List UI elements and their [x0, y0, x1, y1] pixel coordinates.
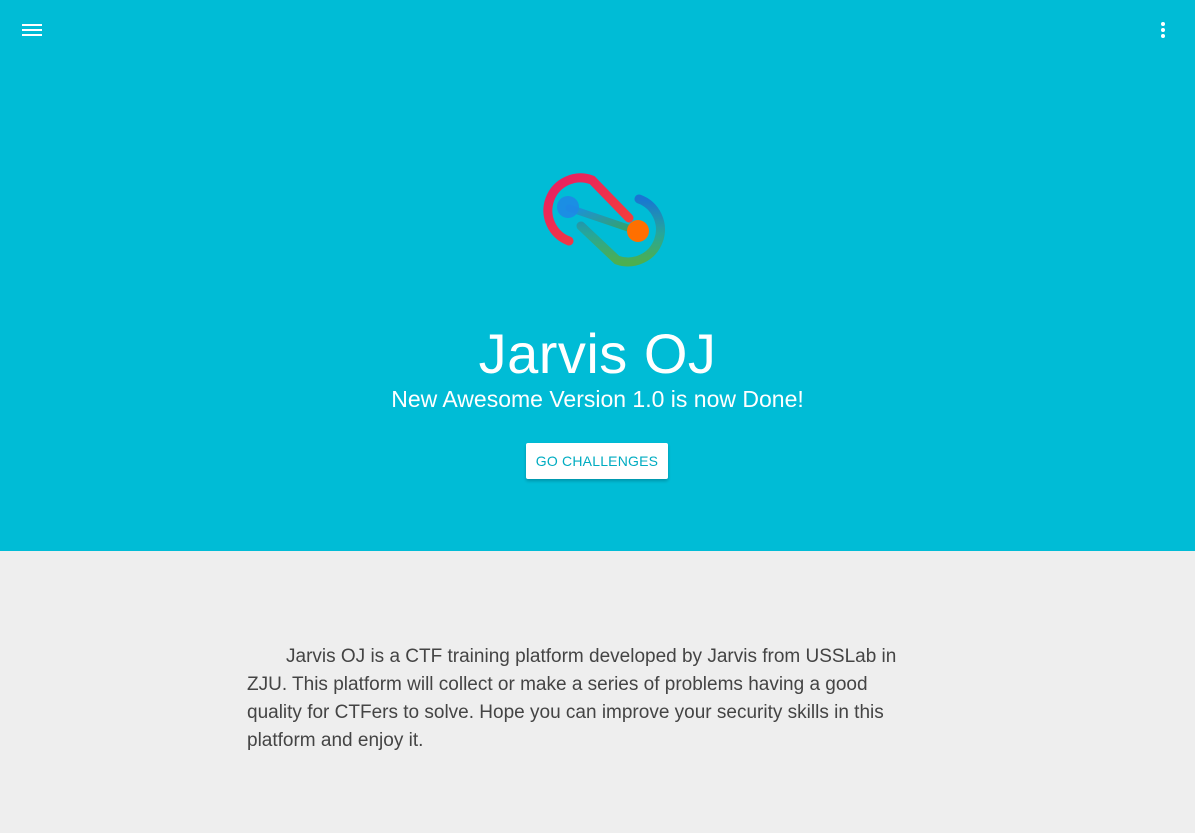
description-text: Jarvis OJ is a CTF training platform dev… — [247, 646, 897, 751]
jarvis-logo — [543, 173, 665, 267]
menu-button[interactable] — [18, 16, 46, 44]
hamburger-menu-icon — [22, 24, 42, 36]
more-vertical-icon — [1161, 22, 1165, 38]
site-title: Jarvis OJ — [478, 322, 717, 385]
hero-section: Jarvis OJ New Awesome Version 1.0 is now… — [0, 0, 1195, 551]
about-section: Jarvis OJ is a CTF training platform dev… — [0, 551, 1195, 833]
site-subtitle: New Awesome Version 1.0 is now Done! — [391, 386, 804, 412]
go-challenges-button[interactable]: GO CHALLENGES — [526, 443, 668, 479]
more-options-button[interactable] — [1149, 16, 1177, 44]
